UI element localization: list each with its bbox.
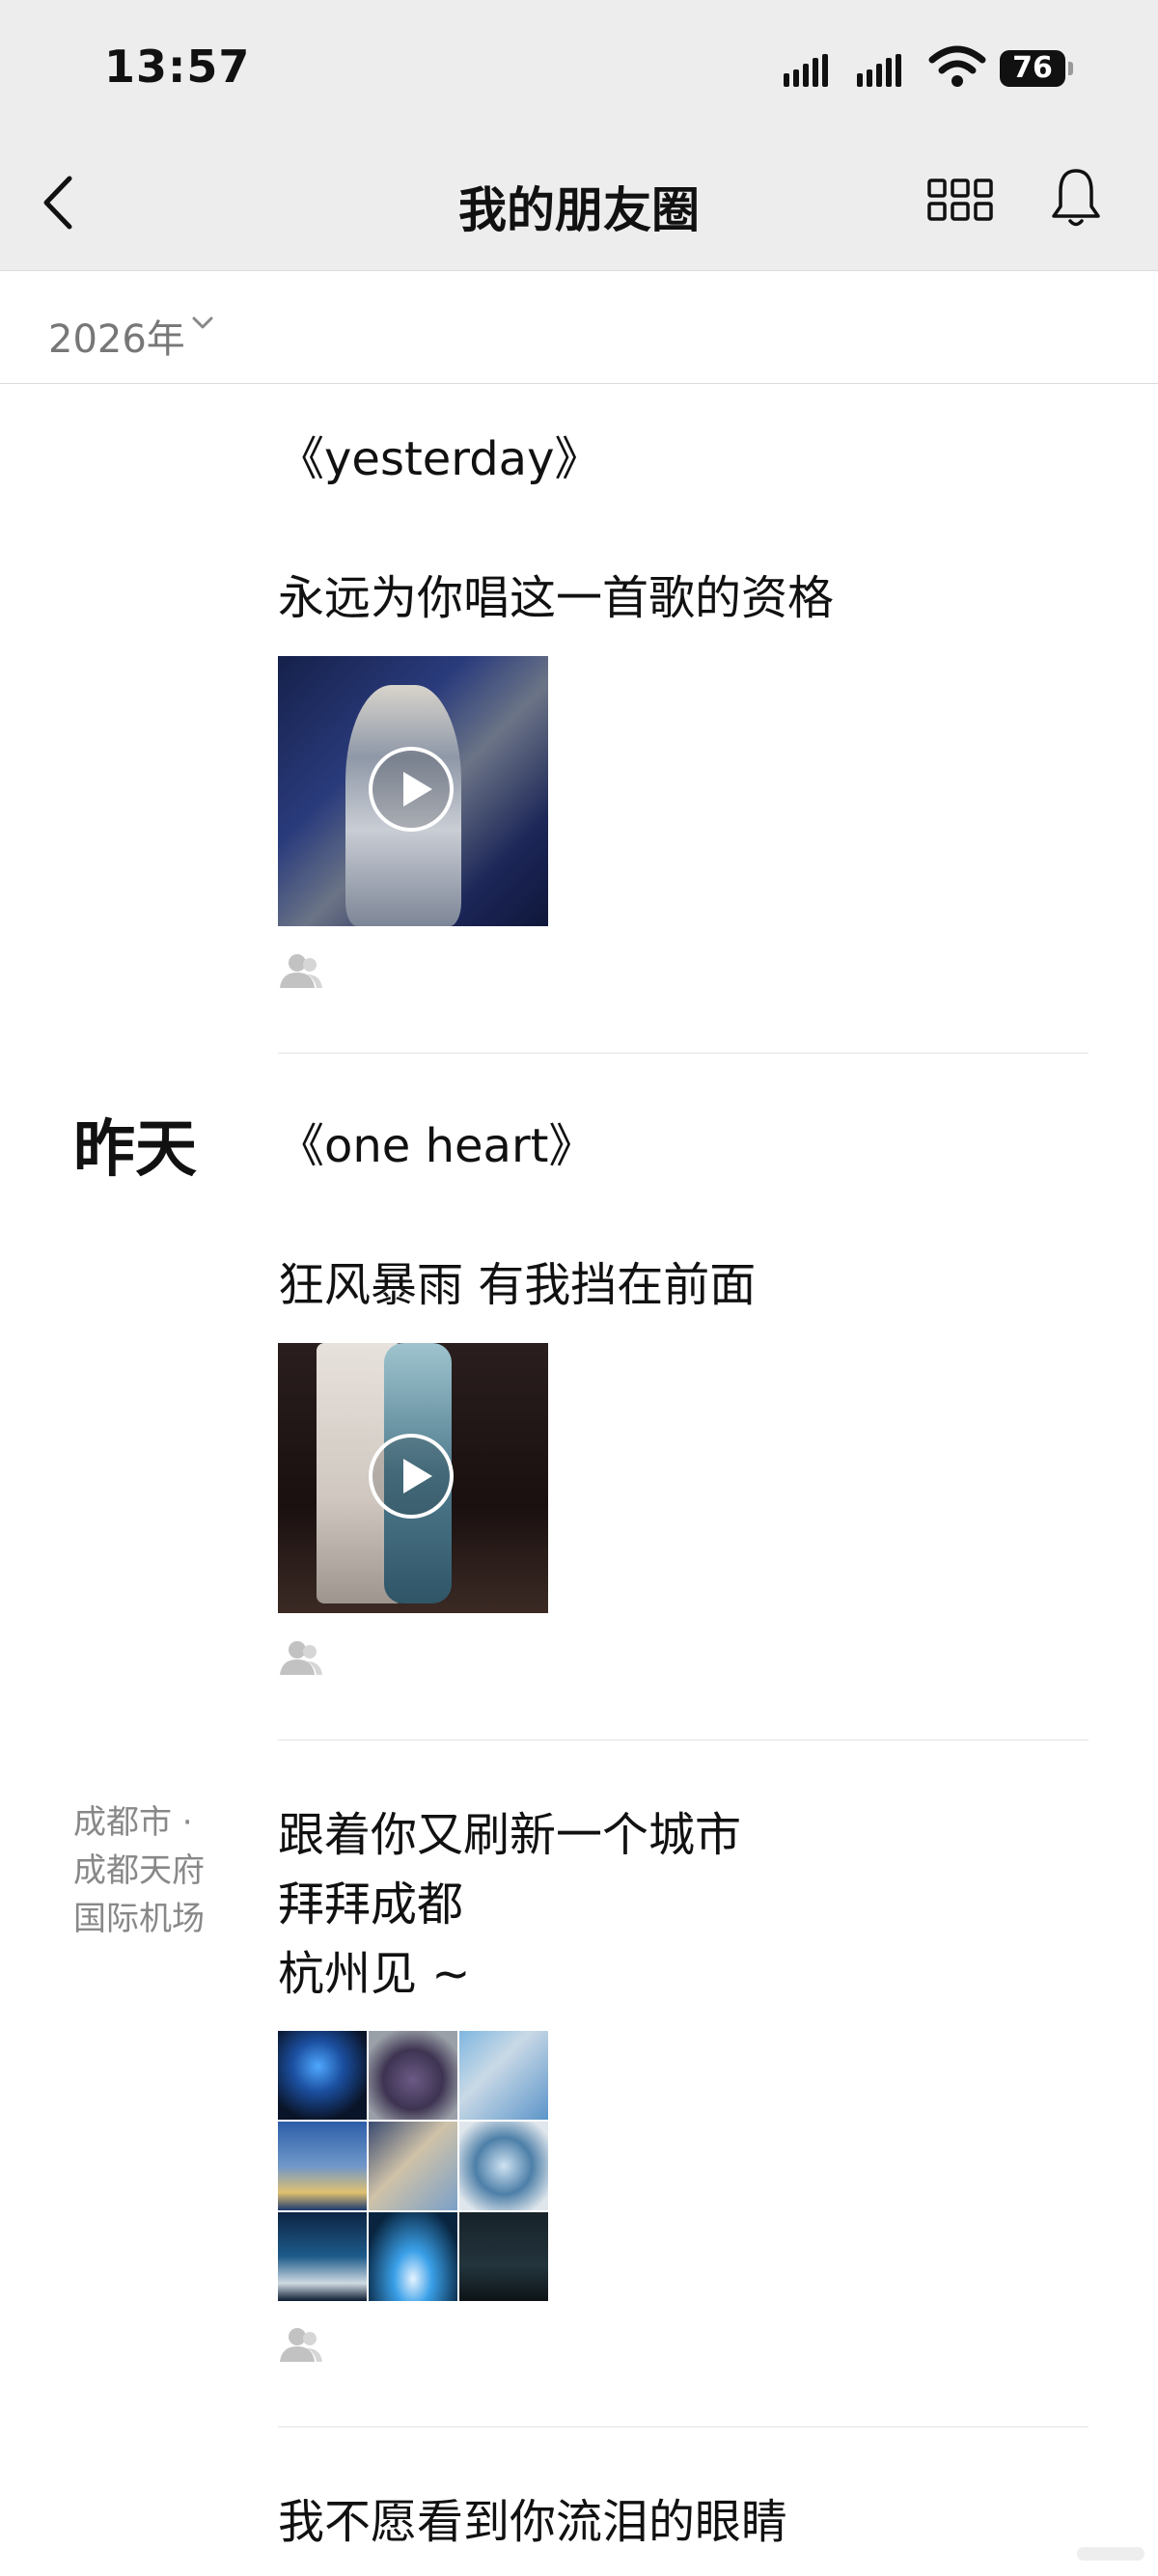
post-video-thumbnail[interactable]	[278, 1343, 548, 1613]
photo-thumbnail[interactable]	[369, 2212, 457, 2301]
post-line: 《yesterday》	[278, 432, 601, 486]
post-line: 永远为你唱这一首歌的资格	[278, 571, 835, 625]
battery-cap	[1068, 62, 1073, 75]
photo-thumbnail[interactable]	[278, 2122, 367, 2210]
divider	[278, 2426, 1089, 2427]
photo-thumbnail[interactable]	[278, 2212, 367, 2301]
bell-icon[interactable]	[1050, 166, 1102, 230]
location-line: 成都天府	[73, 1851, 205, 1890]
location-line: 成都市 ·	[73, 1803, 193, 1842]
visibility-people-icon	[280, 1641, 322, 1675]
chevron-down-icon	[192, 316, 213, 329]
year-label: 2026年	[48, 317, 185, 362]
visibility-people-icon	[280, 2328, 322, 2362]
post-line: 跟着你又刷新一个城市	[278, 1808, 742, 1862]
play-icon	[369, 747, 454, 832]
status-time: 13:57	[104, 41, 251, 93]
post-line: 狂风暴雨 有我挡在前面	[278, 1258, 757, 1312]
visibility-people-icon	[280, 954, 322, 988]
photo-thumbnail[interactable]	[459, 2122, 548, 2210]
play-icon	[369, 1434, 454, 1519]
battery-icon: 76	[1000, 50, 1065, 87]
post-location: 成都市 · 成都天府 国际机场	[73, 1798, 205, 1943]
home-indicator	[1077, 2547, 1144, 2561]
photo-grid[interactable]	[278, 2031, 548, 2301]
photo-thumbnail[interactable]	[369, 2031, 457, 2120]
photo-thumbnail[interactable]	[459, 2031, 548, 2120]
post-video-thumbnail[interactable]	[278, 656, 548, 926]
photo-thumbnail[interactable]	[459, 2212, 548, 2301]
year-filter[interactable]: 2026年	[0, 270, 1158, 384]
photo-thumbnail[interactable]	[369, 2122, 457, 2210]
post-line: 《one heart》	[278, 1119, 595, 1173]
post-line: 我不愿看到你流泪的眼睛	[278, 2495, 788, 2549]
photo-thumbnail[interactable]	[278, 2031, 367, 2120]
post-line: 拜拜成都	[278, 1877, 464, 1932]
location-line: 国际机场	[73, 1900, 205, 1938]
wifi-icon	[928, 45, 986, 87]
date-label: 昨天	[73, 1114, 197, 1186]
grid-view-icon[interactable]	[926, 176, 994, 224]
divider	[278, 1053, 1089, 1054]
post-line: 杭州见 ~	[278, 1947, 471, 2001]
